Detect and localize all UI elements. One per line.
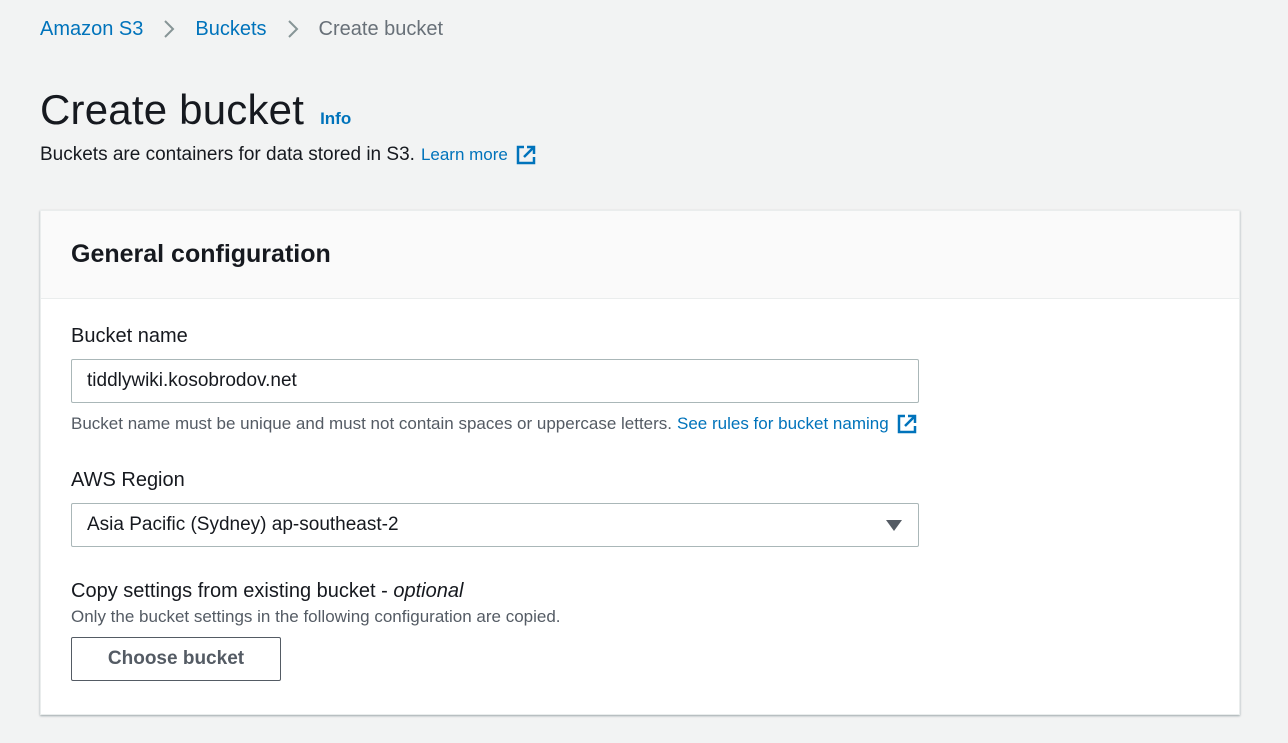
bucket-name-hint: Bucket name must be unique and must not … [71,413,918,435]
breadcrumb-current: Create bucket [318,17,444,40]
caret-down-icon [885,518,903,532]
page-title: Create bucket [40,86,305,133]
copy-settings-label-text: Copy settings from existing bucket - [71,580,394,602]
optional-tag: optional [393,580,464,602]
breadcrumb: Amazon S3 Buckets Create bucket [40,14,443,44]
copy-settings-description: Only the bucket settings in the followin… [71,607,561,626]
aws-region-value: Asia Pacific (Sydney) ap-southeast-2 [87,514,399,535]
external-link-icon [515,144,537,166]
choose-bucket-button[interactable]: Choose bucket [71,637,281,681]
general-configuration-panel: General configuration Bucket name Bucket… [40,210,1240,715]
learn-more-link[interactable]: Learn more [421,144,537,166]
bucket-name-label: Bucket name [71,325,188,347]
bucket-naming-rules-label: See rules for bucket naming [677,414,889,433]
bucket-naming-rules-link[interactable]: See rules for bucket naming [677,413,918,435]
page-header: Create bucket Info [40,86,351,134]
aws-region-select[interactable]: Asia Pacific (Sydney) ap-southeast-2 [71,503,919,547]
bucket-name-hint-text: Bucket name must be unique and must not … [71,414,673,433]
page-description: Buckets are containers for data stored i… [40,144,537,166]
info-link[interactable]: Info [320,109,351,129]
panel-header: General configuration [41,211,1239,299]
panel-title: General configuration [71,240,331,268]
breadcrumb-amazon-s3[interactable]: Amazon S3 [40,18,143,41]
bucket-name-input[interactable] [71,359,919,403]
learn-more-label: Learn more [420,145,508,164]
aws-region-label: AWS Region [71,469,185,491]
external-link-icon [896,413,918,435]
breadcrumb-buckets[interactable]: Buckets [195,18,266,41]
copy-settings-label: Copy settings from existing bucket - opt… [71,580,463,603]
chevron-right-icon [163,19,175,39]
description-text: Buckets are containers for data stored i… [40,144,415,165]
chevron-right-icon [287,19,299,39]
